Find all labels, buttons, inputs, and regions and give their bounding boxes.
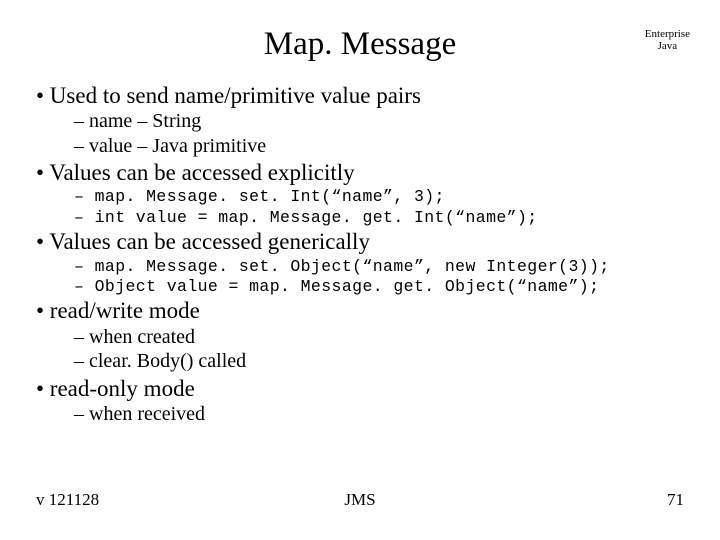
- footer-left: v 121128: [36, 490, 99, 510]
- corner-line2: Java: [645, 40, 690, 52]
- bullet-2b: – int value = map. Message. get. Int(“na…: [74, 208, 690, 227]
- bullet-4: • read/write mode: [36, 297, 690, 324]
- bullet-5a: – when received: [74, 403, 690, 427]
- slide: Map. Message Enterprise Java • Used to s…: [0, 0, 720, 540]
- slide-body: • Used to send name/primitive value pair…: [36, 82, 690, 427]
- bullet-3a: – map. Message. set. Object(“name”, new …: [74, 257, 690, 276]
- footer-right: 71: [667, 490, 684, 510]
- bullet-2a: – map. Message. set. Int(“name”, 3);: [74, 187, 690, 206]
- corner-line1: Enterprise: [645, 28, 690, 40]
- footer: v 121128 71: [36, 490, 684, 510]
- bullet-2: • Values can be accessed explicitly: [36, 159, 690, 186]
- bullet-3b: – Object value = map. Message. get. Obje…: [74, 277, 690, 296]
- corner-label: Enterprise Java: [645, 28, 690, 52]
- bullet-4b: – clear. Body() called: [74, 350, 690, 374]
- bullet-1: • Used to send name/primitive value pair…: [36, 82, 690, 109]
- bullet-1b: – value – Java primitive: [74, 135, 690, 159]
- bullet-1a: – name – String: [74, 110, 690, 134]
- bullet-5: • read-only mode: [36, 375, 690, 402]
- bullet-4a: – when created: [74, 326, 690, 350]
- slide-title: Map. Message: [0, 26, 720, 63]
- bullet-3: • Values can be accessed generically: [36, 228, 690, 255]
